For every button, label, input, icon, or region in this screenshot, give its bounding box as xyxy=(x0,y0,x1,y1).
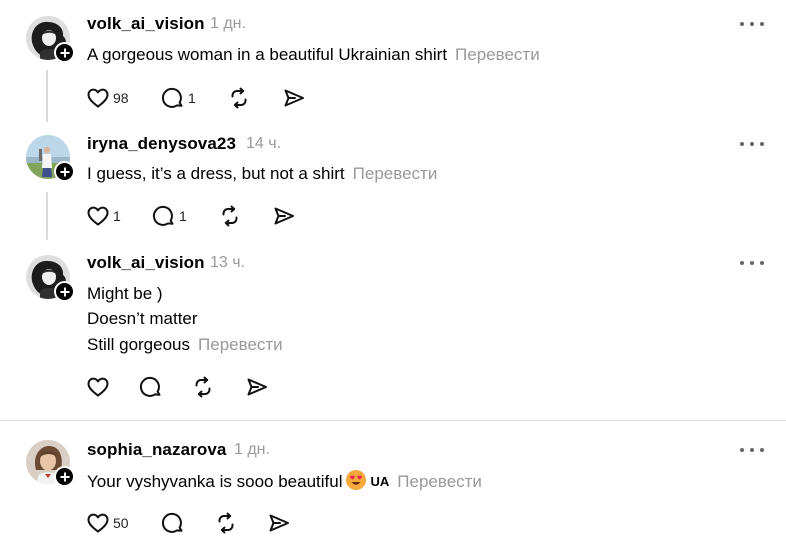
avatar-volk-ai-vision[interactable] xyxy=(26,16,75,63)
post-text: I guess, it’s a dress, but not a shirt Пе… xyxy=(87,164,437,184)
translate-link[interactable]: Перевести xyxy=(455,45,540,64)
like-button[interactable]: 50 xyxy=(86,511,129,535)
repost-icon xyxy=(227,86,251,110)
post-4: sophia_nazarova 1 дн. Your vyshyvanka is… xyxy=(0,421,786,552)
translate-link[interactable]: Перевести xyxy=(198,335,283,354)
reply-button[interactable]: 1 xyxy=(152,204,187,228)
comment-icon xyxy=(139,375,163,399)
reply-count: 1 xyxy=(188,90,196,106)
timestamp: 14 ч. xyxy=(246,135,282,152)
flag-ua-label: UA xyxy=(370,474,390,489)
reply-count: 1 xyxy=(179,208,187,224)
send-icon xyxy=(245,375,269,399)
comment-icon xyxy=(152,204,176,228)
comment-icon xyxy=(161,86,185,110)
repost-icon xyxy=(218,204,242,228)
heart-eyes-emoji xyxy=(346,470,367,490)
post-text: Your vyshyvanka is sooo beautiful UA Перев… xyxy=(87,470,482,492)
heart-icon xyxy=(86,511,110,535)
repost-button[interactable] xyxy=(191,375,215,399)
post-text-line: Still gorgeous xyxy=(87,335,191,354)
translate-link[interactable]: Перевести xyxy=(353,164,438,183)
comment-icon xyxy=(161,511,185,535)
reply-button[interactable] xyxy=(161,511,185,535)
share-button[interactable] xyxy=(272,204,296,228)
post-text-line: Might be ) xyxy=(87,284,163,303)
repost-button[interactable] xyxy=(227,86,251,110)
follow-plus-icon[interactable] xyxy=(54,161,75,182)
like-button[interactable]: 1 xyxy=(86,204,121,228)
timestamp: 1 дн. xyxy=(210,15,246,32)
post-text-line: I guess, it’s a dress, but not a shirt xyxy=(87,164,345,183)
username[interactable]: sophia_nazarova xyxy=(87,440,226,460)
more-icon[interactable] xyxy=(740,139,764,149)
like-count: 98 xyxy=(113,90,129,106)
like-button[interactable] xyxy=(86,375,110,399)
more-icon[interactable] xyxy=(740,258,764,268)
follow-plus-icon[interactable] xyxy=(54,281,75,302)
thread-line xyxy=(46,192,48,240)
heart-icon xyxy=(86,375,110,399)
like-count: 1 xyxy=(113,208,121,224)
reply-button[interactable] xyxy=(139,375,163,399)
avatar-volk-ai-vision[interactable] xyxy=(26,255,75,302)
heart-icon xyxy=(86,86,110,110)
post-2: iryna_denysova23 14 ч. I guess, it’s a d… xyxy=(0,125,786,245)
send-icon xyxy=(272,204,296,228)
translate-link[interactable]: Перевести xyxy=(397,472,482,491)
timestamp: 13 ч. xyxy=(210,254,246,271)
post-text-line: Your vyshyvanka is sooo beautiful xyxy=(87,472,343,491)
username[interactable]: volk_ai_vision xyxy=(87,14,205,34)
share-button[interactable] xyxy=(245,375,269,399)
send-icon xyxy=(282,86,306,110)
username[interactable]: volk_ai_vision xyxy=(87,253,205,273)
repost-button[interactable] xyxy=(218,204,242,228)
post-1: volk_ai_vision 1 дн. A gorgeous woman in… xyxy=(0,0,786,125)
follow-plus-icon[interactable] xyxy=(54,466,75,487)
more-icon[interactable] xyxy=(740,19,764,29)
post-3: volk_ai_vision 13 ч. Might be ) Doesn’t … xyxy=(0,245,786,420)
thread-line xyxy=(46,70,48,122)
post-text-line: Doesn’t matter xyxy=(87,309,198,328)
like-count: 50 xyxy=(113,515,129,531)
share-button[interactable] xyxy=(282,86,306,110)
like-button[interactable]: 98 xyxy=(86,86,129,110)
post-text: A gorgeous woman in a beautiful Ukrainia… xyxy=(87,45,540,65)
avatar-sophia-nazarova[interactable] xyxy=(26,440,75,487)
repost-icon xyxy=(191,375,215,399)
more-icon[interactable] xyxy=(740,445,764,455)
repost-button[interactable] xyxy=(214,511,238,535)
send-icon xyxy=(267,511,291,535)
avatar-iryna-denysova23[interactable] xyxy=(26,135,75,182)
repost-icon xyxy=(214,511,238,535)
timestamp: 1 дн. xyxy=(234,441,270,458)
username[interactable]: iryna_denysova23 xyxy=(87,134,236,154)
follow-plus-icon[interactable] xyxy=(54,42,75,63)
reply-button[interactable]: 1 xyxy=(161,86,196,110)
post-text-line: A gorgeous woman in a beautiful Ukrainia… xyxy=(87,45,448,64)
post-text: Still gorgeous Перевести xyxy=(87,335,283,355)
share-button[interactable] xyxy=(267,511,291,535)
heart-icon xyxy=(86,204,110,228)
